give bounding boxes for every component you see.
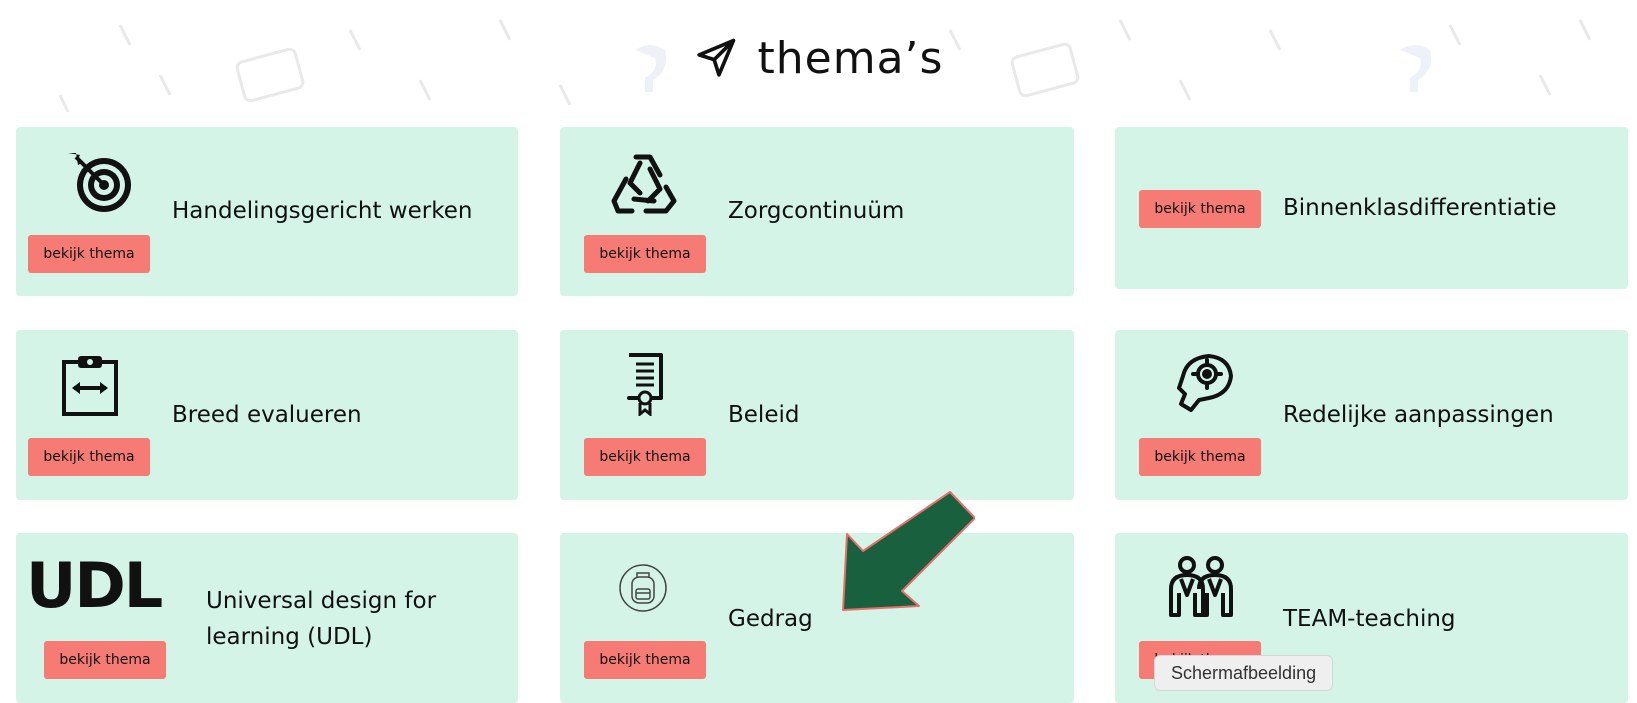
theme-card-handelingsgericht[interactable]: Handelingsgericht werken bekijk thema [16,127,518,296]
recycle-icon [611,154,677,214]
theme-card-zorgcontinuum[interactable]: Zorgcontinuüm bekijk thema [560,127,1074,296]
card-title-line-1: Universal design for [206,588,437,614]
bekijk-thema-button[interactable]: bekijk thema [584,641,706,679]
card-title: Zorgcontinuüm [728,198,905,224]
theme-card-binnenklasdifferentiatie[interactable]: bekijk thema Binnenklasdifferentiatie [1115,127,1628,289]
theme-card-breed-evalueren[interactable]: Breed evalueren bekijk thema [16,330,518,500]
bekijk-thema-button[interactable]: bekijk thema [28,235,150,273]
card-title: Redelijke aanpassingen [1283,402,1554,428]
page-title: thema’s [757,32,944,84]
theme-card-beleid[interactable]: Beleid bekijk thema [560,330,1074,500]
card-title: Gedrag [728,606,813,632]
card-title: Beleid [728,402,800,428]
bekijk-thema-button[interactable]: bekijk thema [584,438,706,476]
card-title: Breed evalueren [172,402,362,428]
udl-logo: UDL [26,549,163,622]
theme-card-gedrag[interactable]: Gedrag bekijk thema [560,533,1074,703]
page-header: thema’s [0,26,1637,90]
backpack-icon [619,564,667,612]
bekijk-thema-button[interactable]: bekijk thema [1139,438,1261,476]
clipboard-icon [62,356,118,416]
bekijk-thema-button[interactable]: bekijk thema [1139,190,1261,228]
team-icon [1169,556,1233,617]
tooltip: Schermafbeelding [1154,655,1334,691]
bekijk-thema-button[interactable]: bekijk thema [584,235,706,273]
bekijk-thema-button[interactable]: bekijk thema [44,641,166,679]
card-title: Binnenklasdifferentiatie [1283,195,1557,221]
theme-card-udl[interactable]: UDL Universal design for learning (UDL) … [16,533,518,703]
bekijk-thema-button[interactable]: bekijk thema [28,438,150,476]
card-title-line-2: learning (UDL) [206,624,373,650]
hand-gear-icon [1177,354,1233,412]
certificate-icon [627,353,663,416]
theme-card-redelijke-aanpassingen[interactable]: Redelijke aanpassingen bekijk thema [1115,330,1628,500]
card-title: Handelingsgericht werken [172,198,473,224]
target-icon [68,153,131,212]
card-title: TEAM-teaching [1283,606,1456,632]
send-icon [696,38,735,77]
annotation-arrow [842,491,975,611]
